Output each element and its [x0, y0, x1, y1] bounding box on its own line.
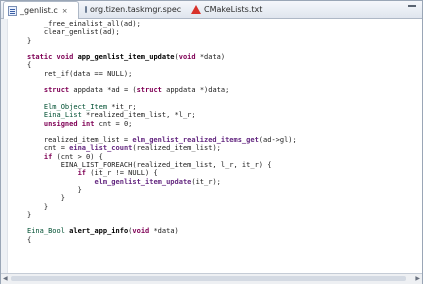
code-line[interactable]: }	[27, 194, 297, 202]
code-line[interactable]: {	[27, 61, 297, 69]
code-line[interactable]: }	[27, 37, 297, 45]
code-editor[interactable]: _free_einalist_all(ad); clear_genlist(ad…	[1, 19, 422, 273]
code-line[interactable]	[27, 95, 297, 103]
scroll-right-icon[interactable]: ▶	[415, 275, 420, 282]
tab-taskmgr-spec[interactable]: org.tizen.taskmgr.spec	[81, 1, 185, 18]
code-line[interactable]: clear_genlist(ad);	[27, 28, 297, 36]
code-line[interactable]: if (cnt > 0) {	[27, 153, 297, 161]
code-line[interactable]: if (it_r != NULL) {	[27, 169, 297, 177]
tab-cmakelists[interactable]: CMakeLists.txt	[187, 1, 277, 18]
code-line[interactable]: {	[27, 236, 297, 244]
editor-window: _genlist.c ⨯ org.tizen.taskmgr.spec CMak…	[0, 0, 423, 284]
code-line[interactable]: Eina_Bool alert_app_info(void *data)	[27, 227, 297, 235]
close-icon[interactable]: ⨯	[62, 7, 68, 15]
editor-tab-bar: _genlist.c ⨯ org.tizen.taskmgr.spec CMak…	[1, 1, 422, 19]
code-line[interactable]: elm_genlist_item_update(it_r);	[27, 178, 297, 186]
code-line[interactable]	[27, 45, 297, 53]
code-line[interactable]: }	[27, 186, 297, 194]
editor-gutter	[1, 19, 8, 273]
code-line[interactable]	[27, 78, 297, 86]
code-line[interactable]: ret_if(data == NULL);	[27, 70, 297, 78]
code-line[interactable]	[27, 128, 297, 136]
code-line[interactable]: _free_einalist_all(ad);	[27, 20, 297, 28]
minimize-icon[interactable]	[408, 5, 416, 7]
code-line[interactable]	[27, 244, 297, 252]
code-line[interactable]: realized_item_list = elm_genlist_realize…	[27, 136, 297, 144]
code-line[interactable]: }	[27, 211, 297, 219]
code-line[interactable]: unsigned int cnt = 0;	[27, 120, 297, 128]
code-line[interactable]: cnt = eina_list_count(realized_item_list…	[27, 144, 297, 152]
horizontal-scrollbar[interactable]: ◀ ▶	[1, 273, 422, 284]
code-line[interactable]: struct appdata *ad = (struct appdata *)d…	[27, 86, 297, 94]
c-source-file-icon	[8, 5, 17, 16]
scrollbar-thumb[interactable]	[11, 276, 406, 281]
tab-label: org.tizen.taskmgr.spec	[90, 5, 182, 14]
tab-label: CMakeLists.txt	[204, 5, 263, 14]
spec-file-icon	[85, 6, 87, 13]
tab-label: _genlist.c	[20, 6, 58, 15]
code-line[interactable]	[27, 219, 297, 227]
code-line[interactable]: Eina_List *realized_item_list, *l_r;	[27, 111, 297, 119]
tab-genlist-c[interactable]: _genlist.c ⨯	[3, 1, 79, 19]
code-text[interactable]: _free_einalist_all(ad); clear_genlist(ad…	[27, 20, 297, 252]
code-line[interactable]: EINA_LIST_FOREACH(realized_item_list, l_…	[27, 161, 297, 169]
code-line[interactable]: }	[27, 203, 297, 211]
scroll-left-icon[interactable]: ◀	[3, 275, 8, 282]
code-line[interactable]: static void app_genlist_item_update(void…	[27, 53, 297, 61]
cmake-icon	[191, 5, 201, 14]
code-line[interactable]: Elm_Object_Item *it_r;	[27, 103, 297, 111]
